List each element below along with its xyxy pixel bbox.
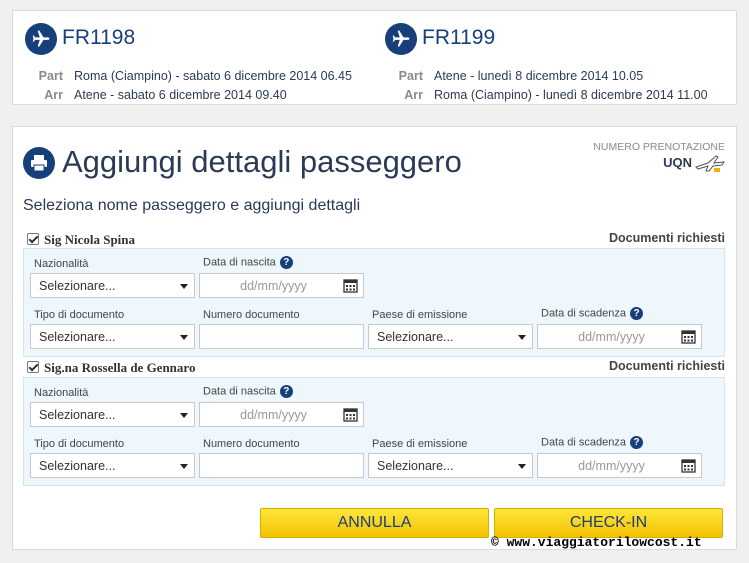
passenger-header: Sig.na Rossella de Gennaro Documenti ric…	[27, 358, 725, 376]
flights-summary: FR1198 Part Roma (Ciampino) - sabato 6 di…	[12, 10, 737, 105]
help-icon[interactable]: ?	[279, 385, 293, 398]
arrive-line: Arr Roma (Ciampino) - lunedì 8 dicembre 2…	[404, 88, 708, 102]
passenger-details-form: Aggiungi dettagli passeggero NUMERO PREN…	[12, 126, 737, 550]
caret-down-icon	[180, 413, 188, 418]
plane-icon	[385, 23, 417, 55]
cancel-button[interactable]: ANNULLA	[260, 508, 489, 538]
document-number-input[interactable]	[199, 324, 364, 349]
birth-date-label: Data di nascita?	[203, 385, 293, 398]
calendar-icon[interactable]	[343, 278, 358, 293]
booking-number: UQN	[663, 155, 692, 170]
passenger-checkbox[interactable]	[27, 233, 39, 245]
calendar-icon[interactable]	[681, 329, 696, 344]
calendar-icon[interactable]	[681, 458, 696, 473]
issue-country-label: Paese di emissione	[372, 438, 468, 450]
watermark: © www.viaggiatorilowcost.it	[491, 535, 702, 550]
expiry-date-label: Data di scadenza?	[541, 436, 643, 449]
documents-required-label: Documenti richiesti	[609, 231, 725, 245]
nationality-select[interactable]: Selezionare...	[30, 402, 195, 427]
help-icon[interactable]: ?	[630, 307, 643, 320]
flight-code: FR1199	[422, 26, 496, 49]
passenger-name: Sig Nicola Spina	[44, 232, 136, 247]
plane-doodle-icon	[695, 155, 726, 172]
nationality-label: Nazionalità	[34, 258, 89, 270]
passenger-name: Sig.na Rossella de Gennaro	[44, 360, 196, 375]
checkin-button[interactable]: CHECK-IN	[494, 508, 723, 538]
birth-date-label: Data di nascita?	[203, 256, 293, 269]
expiry-date-input[interactable]: dd/mm/yyyy	[537, 324, 702, 349]
passenger-fields: Nazionalità Data di nascita? Selezionare…	[23, 377, 725, 486]
plane-icon	[25, 23, 57, 55]
document-type-label: Tipo di documento	[34, 309, 125, 321]
page-title: Aggiungi dettagli passeggero	[62, 144, 462, 179]
document-number-label: Numero documento	[203, 309, 300, 321]
section-subtitle: Seleziona nome passeggero e aggiungi det…	[23, 197, 361, 214]
passenger-header: Sig Nicola Spina Documenti richiesti	[27, 230, 725, 248]
birth-date-input[interactable]: dd/mm/yyyy	[199, 273, 364, 298]
depart-line: Part Atene - lunedì 8 dicembre 2014 10.05	[398, 69, 644, 83]
printer-icon	[23, 147, 55, 179]
caret-down-icon	[180, 464, 188, 469]
expiry-date-input[interactable]: dd/mm/yyyy	[537, 453, 702, 478]
help-icon[interactable]: ?	[630, 436, 643, 449]
caret-down-icon	[518, 335, 526, 340]
flight-code: FR1198	[62, 26, 136, 49]
depart-line: Part Roma (Ciampino) - sabato 6 dicembre …	[38, 69, 352, 83]
document-number-input[interactable]	[199, 453, 364, 478]
issue-country-select[interactable]: Selezionare...	[368, 324, 533, 349]
document-type-label: Tipo di documento	[34, 438, 125, 450]
nationality-select[interactable]: Selezionare...	[30, 273, 195, 298]
passenger-checkbox[interactable]	[27, 361, 39, 373]
caret-down-icon	[180, 284, 188, 289]
documents-required-label: Documenti richiesti	[609, 359, 725, 373]
booking-number-label: NUMERO PRENOTAZIONE	[593, 141, 725, 153]
passenger-fields: Nazionalità Data di nascita? Selezionare…	[23, 248, 725, 357]
issue-country-select[interactable]: Selezionare...	[368, 453, 533, 478]
expiry-date-label: Data di scadenza?	[541, 307, 643, 320]
birth-date-input[interactable]: dd/mm/yyyy	[199, 402, 364, 427]
calendar-icon[interactable]	[343, 407, 358, 422]
caret-down-icon	[180, 335, 188, 340]
nationality-label: Nazionalità	[34, 387, 89, 399]
help-icon[interactable]: ?	[279, 256, 293, 269]
document-number-label: Numero documento	[203, 438, 300, 450]
caret-down-icon	[518, 464, 526, 469]
issue-country-label: Paese di emissione	[372, 309, 468, 321]
document-type-select[interactable]: Selezionare...	[30, 324, 195, 349]
arrive-line: Arr Atene - sabato 6 dicembre 2014 09.40	[44, 88, 287, 102]
document-type-select[interactable]: Selezionare...	[30, 453, 195, 478]
